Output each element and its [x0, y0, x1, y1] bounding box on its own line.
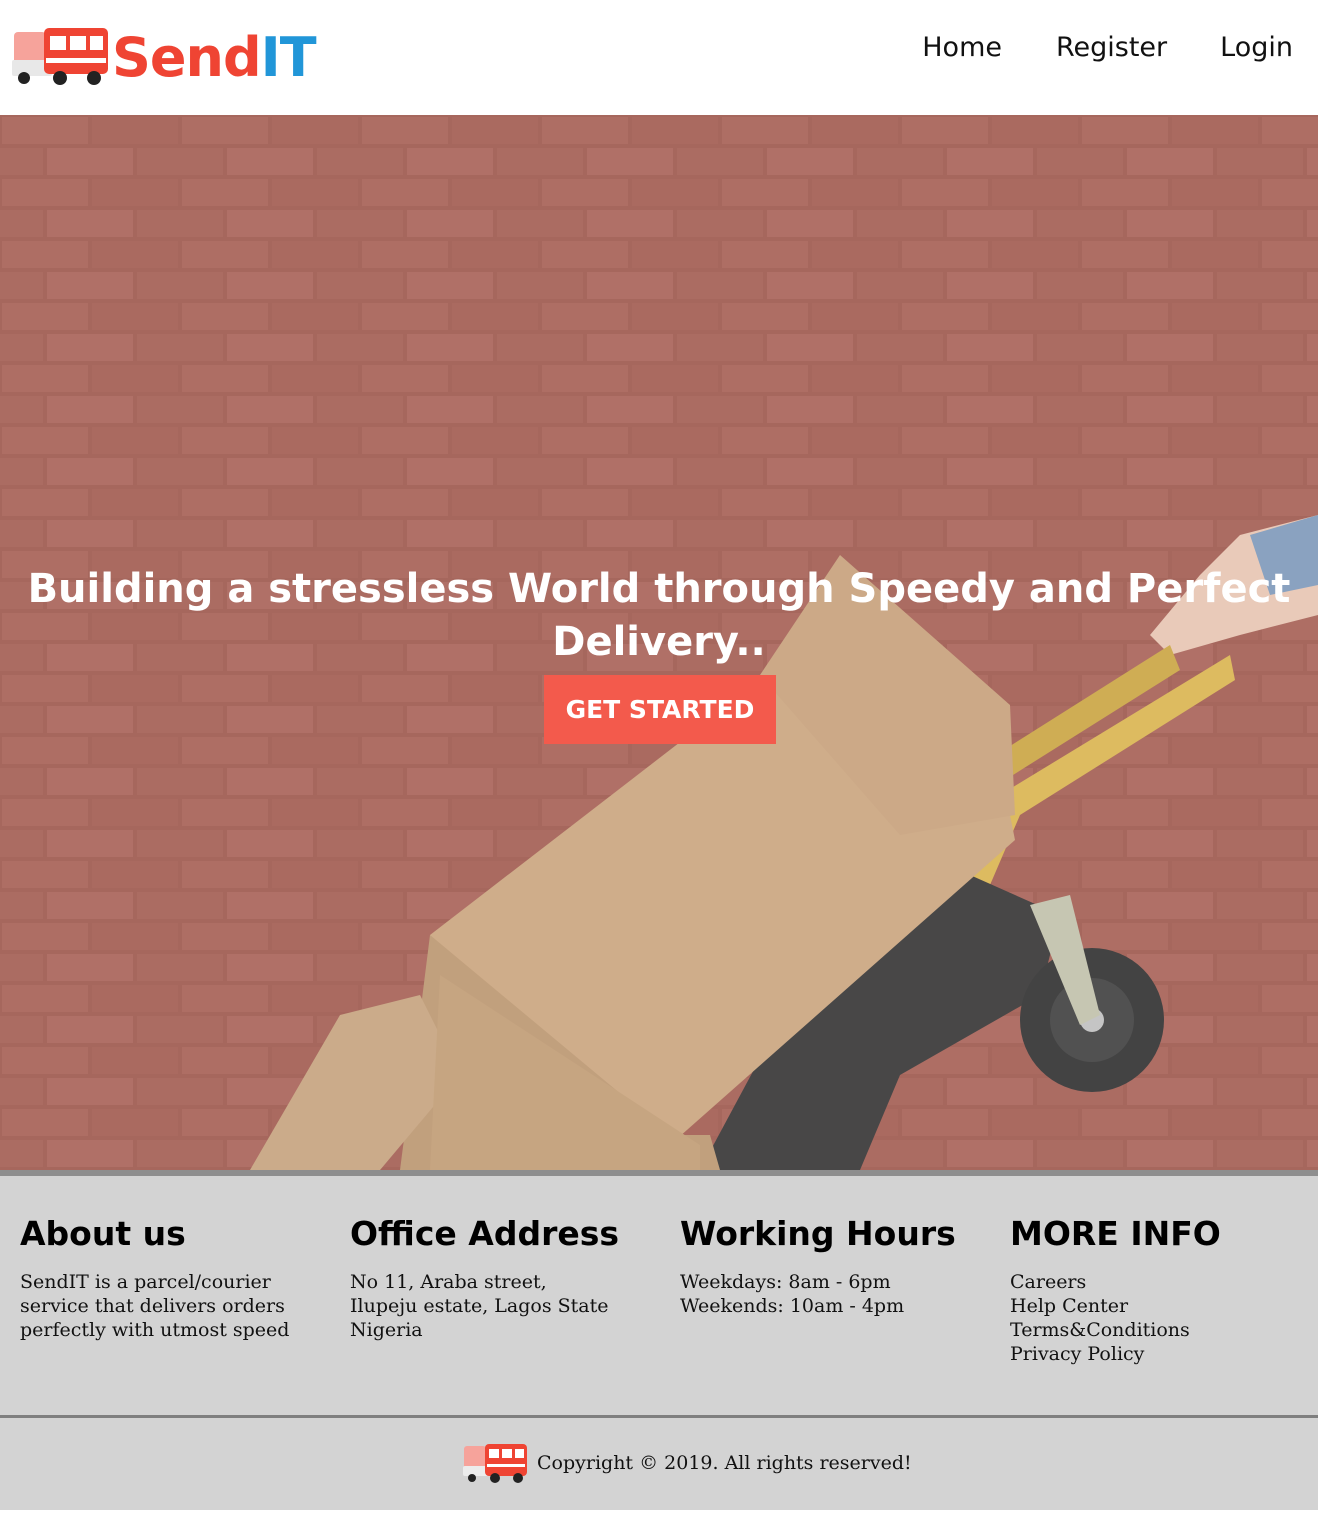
about-text: SendIT is a parcel/courier service that … [20, 1271, 290, 1341]
office-heading: Office Address [350, 1214, 620, 1253]
delivery-truck-icon [12, 28, 108, 85]
nav-login-link[interactable]: Login [1220, 30, 1293, 66]
copyright-bar: Copyright © 2019. All rights reserved! [463, 1438, 912, 1488]
site-header: SendIT Home Register Login [0, 0, 1318, 115]
brand-name: SendIT [112, 26, 317, 89]
copyright-text: Copyright © 2019. All rights reserved! [537, 1452, 912, 1474]
about-heading: About us [20, 1214, 186, 1253]
more-info-heading: MORE INFO [1010, 1214, 1221, 1253]
more-info-links: Careers Help Center Terms&Conditions Pri… [1010, 1270, 1310, 1366]
office-address-text: No 11, Araba street, Ilupeju estate, Lag… [350, 1271, 609, 1341]
nav-register-link[interactable]: Register [1056, 30, 1167, 66]
privacy-policy-link[interactable]: Privacy Policy [1010, 1342, 1310, 1366]
nav-home-link[interactable]: Home [922, 30, 1002, 66]
get-started-button[interactable]: GET STARTED [544, 675, 776, 744]
main-nav: Home Register Login [922, 30, 1293, 66]
hours-heading: Working Hours [680, 1214, 956, 1253]
hero-headline: Building a stressless World through Spee… [27, 566, 1291, 665]
sendit-logo[interactable]: SendIT [12, 22, 317, 92]
office-column: Office Address No 11, Araba street, Ilup… [350, 1212, 620, 1342]
hours-column: Working Hours Weekdays: 8am - 6pm Weeken… [680, 1212, 980, 1318]
brand-name-send: Send [112, 26, 262, 89]
brand-name-it: IT [260, 26, 317, 89]
hero-section: Building a stressless World through Spee… [0, 115, 1318, 1170]
hours-body: Weekdays: 8am - 6pm Weekends: 10am - 4pm [680, 1270, 980, 1318]
weekends-hours: Weekends: 10am - 4pm [680, 1295, 905, 1317]
footer-divider [0, 1415, 1318, 1418]
more-info-column: MORE INFO Careers Help Center Terms&Cond… [1010, 1212, 1310, 1366]
about-column: About us SendIT is a parcel/courier serv… [20, 1212, 320, 1342]
site-footer: About us SendIT is a parcel/courier serv… [0, 1170, 1318, 1510]
careers-link[interactable]: Careers [1010, 1270, 1310, 1294]
terms-conditions-link[interactable]: Terms&Conditions [1010, 1318, 1310, 1342]
delivery-truck-icon [463, 1444, 527, 1483]
help-center-link[interactable]: Help Center [1010, 1294, 1310, 1318]
weekdays-hours: Weekdays: 8am - 6pm [680, 1271, 891, 1293]
